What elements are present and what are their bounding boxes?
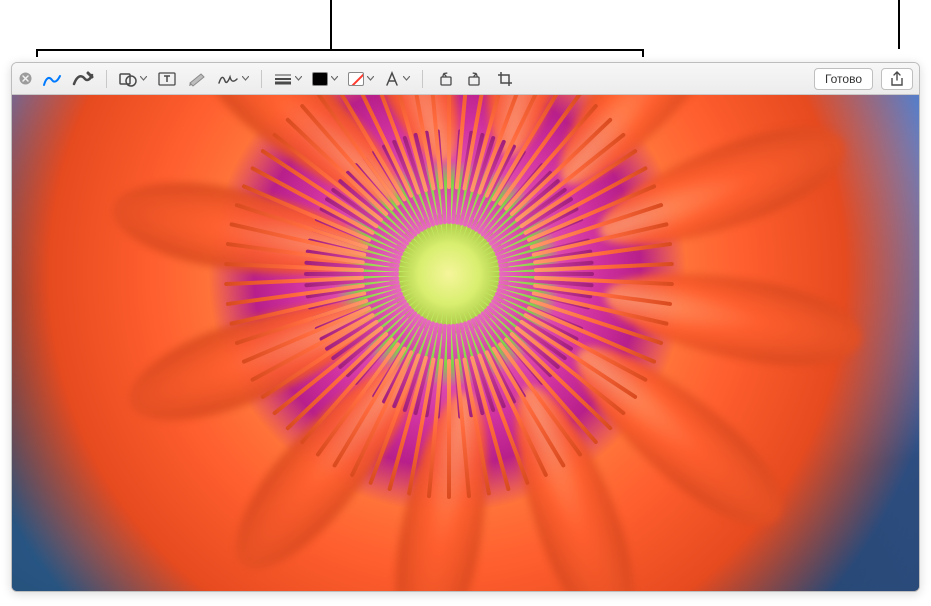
chevron-down-icon: [139, 75, 147, 83]
toolbar-separator: [106, 70, 107, 88]
chevron-down-icon: [402, 75, 410, 83]
text-icon: [158, 71, 176, 87]
highlight-tool-button[interactable]: [183, 68, 211, 90]
fill-color-button[interactable]: [308, 68, 342, 90]
sign-tool-button[interactable]: [213, 68, 253, 90]
draw-tool-button[interactable]: [68, 68, 98, 90]
close-icon: [19, 72, 32, 85]
shapes-tool-button[interactable]: [115, 68, 151, 90]
rotate-right-button[interactable]: [461, 68, 489, 90]
callout-line-markup: [330, 0, 332, 49]
line-style-icon: [274, 72, 292, 86]
callout-bracket: [36, 49, 644, 51]
fill-color-swatch: [312, 72, 328, 86]
rotate-left-button[interactable]: [431, 68, 459, 90]
stroke-color-swatch: [348, 72, 364, 86]
chevron-down-icon: [330, 75, 338, 83]
rotate-left-icon: [436, 71, 454, 87]
sign-icon: [217, 71, 239, 87]
done-button[interactable]: Готово: [814, 68, 873, 90]
done-button-label: Готово: [825, 72, 862, 86]
text-style-button[interactable]: [380, 68, 414, 90]
text-tool-button[interactable]: [153, 68, 181, 90]
chevron-down-icon: [294, 75, 302, 83]
callout-line-share: [898, 0, 900, 49]
sketch-icon: [42, 70, 62, 88]
highlight-icon: [187, 71, 207, 87]
crop-button[interactable]: [491, 68, 519, 90]
callout-bracket-left: [36, 49, 38, 57]
share-button[interactable]: [881, 68, 913, 90]
text-style-icon: [384, 71, 400, 87]
toolbar-separator: [422, 70, 423, 88]
callout-bracket-right: [642, 49, 644, 57]
markup-window: Готово: [11, 62, 920, 592]
markup-toolbar: Готово: [12, 63, 919, 95]
toolbar-separator: [261, 70, 262, 88]
close-markup-button[interactable]: [18, 72, 32, 86]
chevron-down-icon: [366, 75, 374, 83]
sketch-tool-button[interactable]: [38, 68, 66, 90]
crop-icon: [497, 71, 513, 87]
rotate-right-icon: [466, 71, 484, 87]
share-icon: [890, 71, 904, 87]
line-style-button[interactable]: [270, 68, 306, 90]
image-canvas[interactable]: [12, 95, 919, 591]
shapes-icon: [119, 71, 137, 87]
chevron-down-icon: [241, 75, 249, 83]
stroke-color-button[interactable]: [344, 68, 378, 90]
draw-icon: [72, 70, 94, 88]
